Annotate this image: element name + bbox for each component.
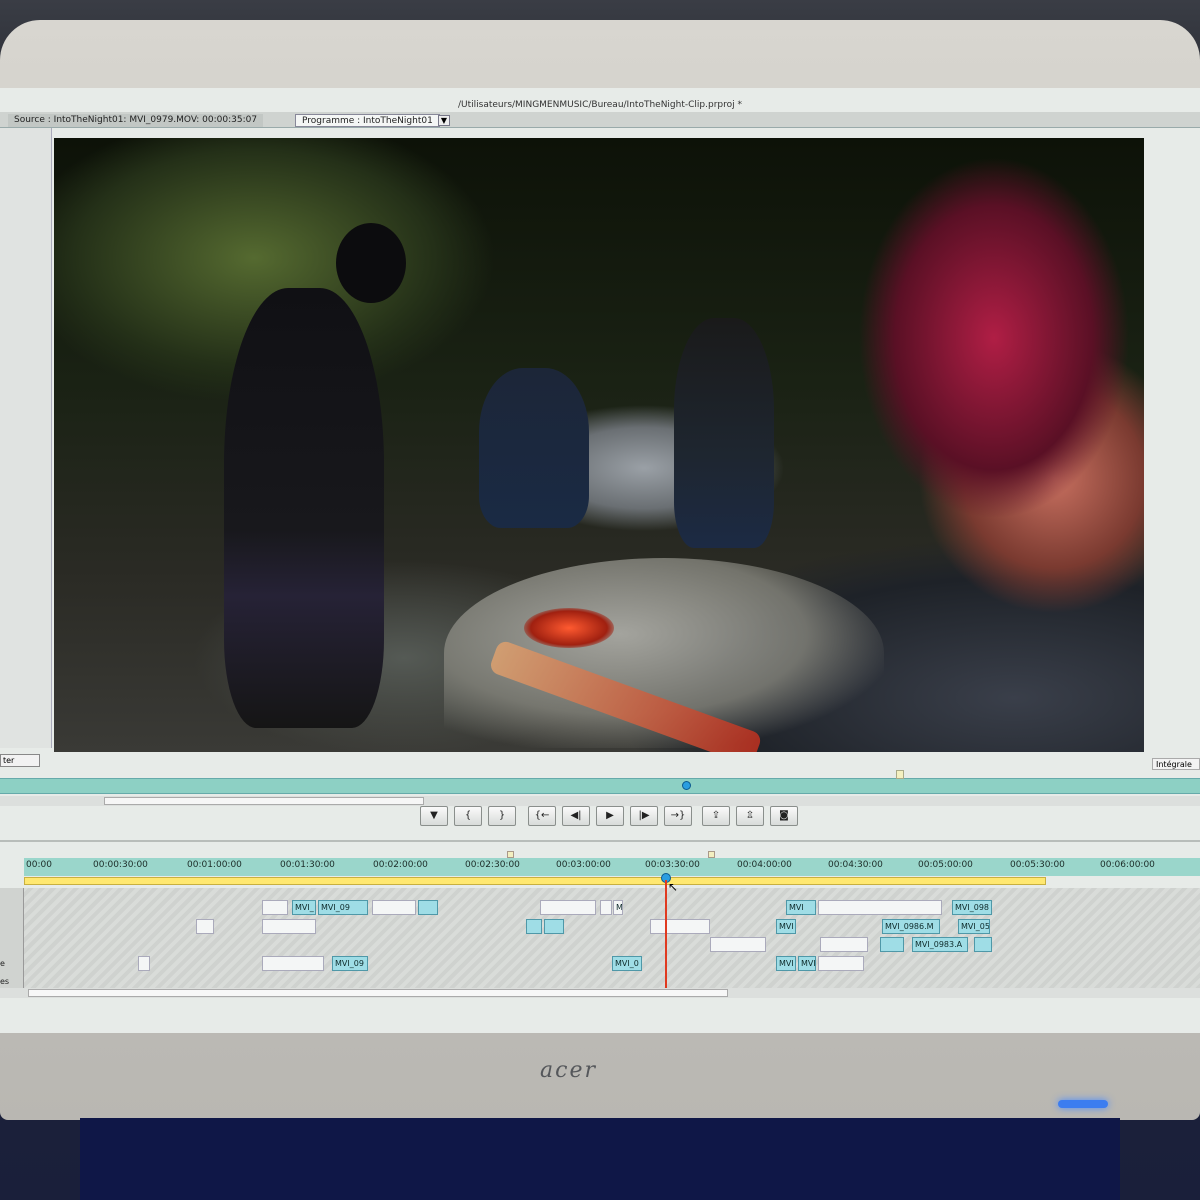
goto-out-button[interactable]: →} bbox=[664, 806, 692, 826]
step-back-button[interactable]: ◀| bbox=[562, 806, 590, 826]
timeline-scroll-thumb[interactable] bbox=[28, 989, 728, 997]
program-playhead[interactable] bbox=[682, 781, 691, 790]
add-marker-button[interactable]: ▼ bbox=[420, 806, 448, 826]
timeline-clip[interactable]: MVI_05 bbox=[958, 919, 990, 934]
timeline-clip[interactable]: MVI bbox=[798, 956, 816, 971]
program-menu-button[interactable]: ▼ bbox=[438, 115, 450, 126]
work-area-bar[interactable] bbox=[24, 877, 1046, 885]
extract-button[interactable]: ⇫ bbox=[736, 806, 764, 826]
timeline-clip[interactable] bbox=[710, 937, 766, 952]
video-figure-singer bbox=[224, 288, 384, 728]
timeline-clip[interactable]: MVI_09 bbox=[332, 956, 368, 971]
timeline-clip[interactable]: MVI_098 bbox=[952, 900, 992, 915]
video-campfire bbox=[524, 608, 614, 648]
timeline-clip[interactable] bbox=[600, 900, 612, 915]
ruler-tick-label: 00:04:30:00 bbox=[828, 860, 883, 870]
timeline-clip[interactable] bbox=[138, 956, 150, 971]
ruler-tick-label: 00:00:30:00 bbox=[93, 860, 148, 870]
timeline-clip[interactable] bbox=[650, 919, 710, 934]
tab-program[interactable]: Programme : IntoTheNight01 bbox=[295, 114, 440, 127]
quality-select[interactable]: Intégrale bbox=[1152, 758, 1200, 770]
app-screen: /Utilisateurs/MINGMENMUSIC/Bureau/IntoTh… bbox=[0, 88, 1200, 1033]
timeline-clip[interactable] bbox=[818, 900, 942, 915]
play-button[interactable]: ▶ bbox=[596, 806, 624, 826]
track-label: e bbox=[0, 959, 5, 968]
mark-in-button[interactable]: { bbox=[454, 806, 482, 826]
video-figure-guitarist bbox=[479, 368, 589, 528]
goto-in-button[interactable]: {← bbox=[528, 806, 556, 826]
video-figure-head bbox=[336, 223, 406, 303]
monitor-stand bbox=[80, 1118, 1120, 1200]
timeline-clip[interactable] bbox=[196, 919, 214, 934]
monitor-zoom-thumb[interactable] bbox=[104, 797, 424, 805]
timeline-clip[interactable]: MVI bbox=[776, 919, 796, 934]
mark-out-button[interactable]: } bbox=[488, 806, 516, 826]
program-video-frame[interactable] bbox=[54, 138, 1144, 752]
timeline-clip[interactable] bbox=[372, 900, 416, 915]
timeline-divider bbox=[0, 840, 1200, 842]
video-figure-mandolin bbox=[674, 318, 774, 548]
timeline-clip[interactable] bbox=[418, 900, 438, 915]
timeline-clip[interactable]: MVI_0 bbox=[612, 956, 642, 971]
timeline-clip[interactable] bbox=[262, 956, 324, 971]
timeline-clip[interactable] bbox=[526, 919, 542, 934]
export-frame-button[interactable]: ◙ bbox=[770, 806, 798, 826]
ruler-tick-label: 00:02:00:00 bbox=[373, 860, 428, 870]
sequence-marker[interactable] bbox=[507, 851, 514, 858]
ruler-tick-label: 00:02:30:00 bbox=[465, 860, 520, 870]
ruler-tick-label: 00:00 bbox=[26, 860, 52, 870]
timeline-clip[interactable]: MVI bbox=[786, 900, 816, 915]
timeline-clip[interactable]: M bbox=[613, 900, 623, 915]
source-monitor-edge bbox=[0, 128, 52, 748]
ruler-tick-label: 00:05:30:00 bbox=[1010, 860, 1065, 870]
timeline-clip[interactable] bbox=[880, 937, 904, 952]
timeline-clip[interactable] bbox=[974, 937, 992, 952]
fit-select[interactable]: ter bbox=[0, 754, 40, 767]
power-led bbox=[1058, 1100, 1108, 1108]
sequence-marker[interactable] bbox=[708, 851, 715, 858]
scrub-marker[interactable] bbox=[896, 770, 904, 779]
timeline-clip[interactable] bbox=[818, 956, 864, 971]
track-headers: e es bbox=[0, 888, 24, 988]
timeline-clip[interactable] bbox=[544, 919, 564, 934]
timeline-clip[interactable]: MVI_0983.A bbox=[912, 937, 968, 952]
timeline-clip[interactable] bbox=[820, 937, 868, 952]
playhead-line bbox=[665, 880, 667, 998]
window-title: /Utilisateurs/MINGMENMUSIC/Bureau/IntoTh… bbox=[458, 100, 742, 110]
ruler-tick-label: 00:05:00:00 bbox=[918, 860, 973, 870]
timeline-clip[interactable]: MVI_09 bbox=[318, 900, 368, 915]
mouse-cursor-icon: ↖ bbox=[668, 880, 679, 894]
timeline-clip[interactable]: MVI bbox=[776, 956, 796, 971]
ruler-tick-label: 00:01:00:00 bbox=[187, 860, 242, 870]
ruler-tick-label: 00:03:30:00 bbox=[645, 860, 700, 870]
timeline-clip[interactable]: MVI_ bbox=[292, 900, 316, 915]
timeline-clip[interactable] bbox=[262, 900, 288, 915]
monitor-panel-tabs: Source : IntoTheNight01: MVI_0979.MOV: 0… bbox=[0, 112, 1200, 128]
track-label: es bbox=[0, 977, 10, 986]
lift-button[interactable]: ⇪ bbox=[702, 806, 730, 826]
tab-source[interactable]: Source : IntoTheNight01: MVI_0979.MOV: 0… bbox=[8, 114, 264, 127]
photo-backdrop: acer /Utilisateurs/MINGMENMUSIC/Bureau/I… bbox=[0, 0, 1200, 1200]
timeline-clip[interactable] bbox=[262, 919, 316, 934]
step-forward-button[interactable]: |▶ bbox=[630, 806, 658, 826]
monitor-brand-logo: acer bbox=[540, 1058, 597, 1083]
ruler-tick-label: 00:06:00:00 bbox=[1100, 860, 1155, 870]
timeline-clip[interactable] bbox=[540, 900, 596, 915]
timeline-clip[interactable]: MVI_0986.M bbox=[882, 919, 940, 934]
ruler-tick-label: 00:01:30:00 bbox=[280, 860, 335, 870]
ruler-tick-label: 00:04:00:00 bbox=[737, 860, 792, 870]
program-scrub-bar[interactable] bbox=[0, 778, 1200, 794]
ruler-tick-label: 00:03:00:00 bbox=[556, 860, 611, 870]
